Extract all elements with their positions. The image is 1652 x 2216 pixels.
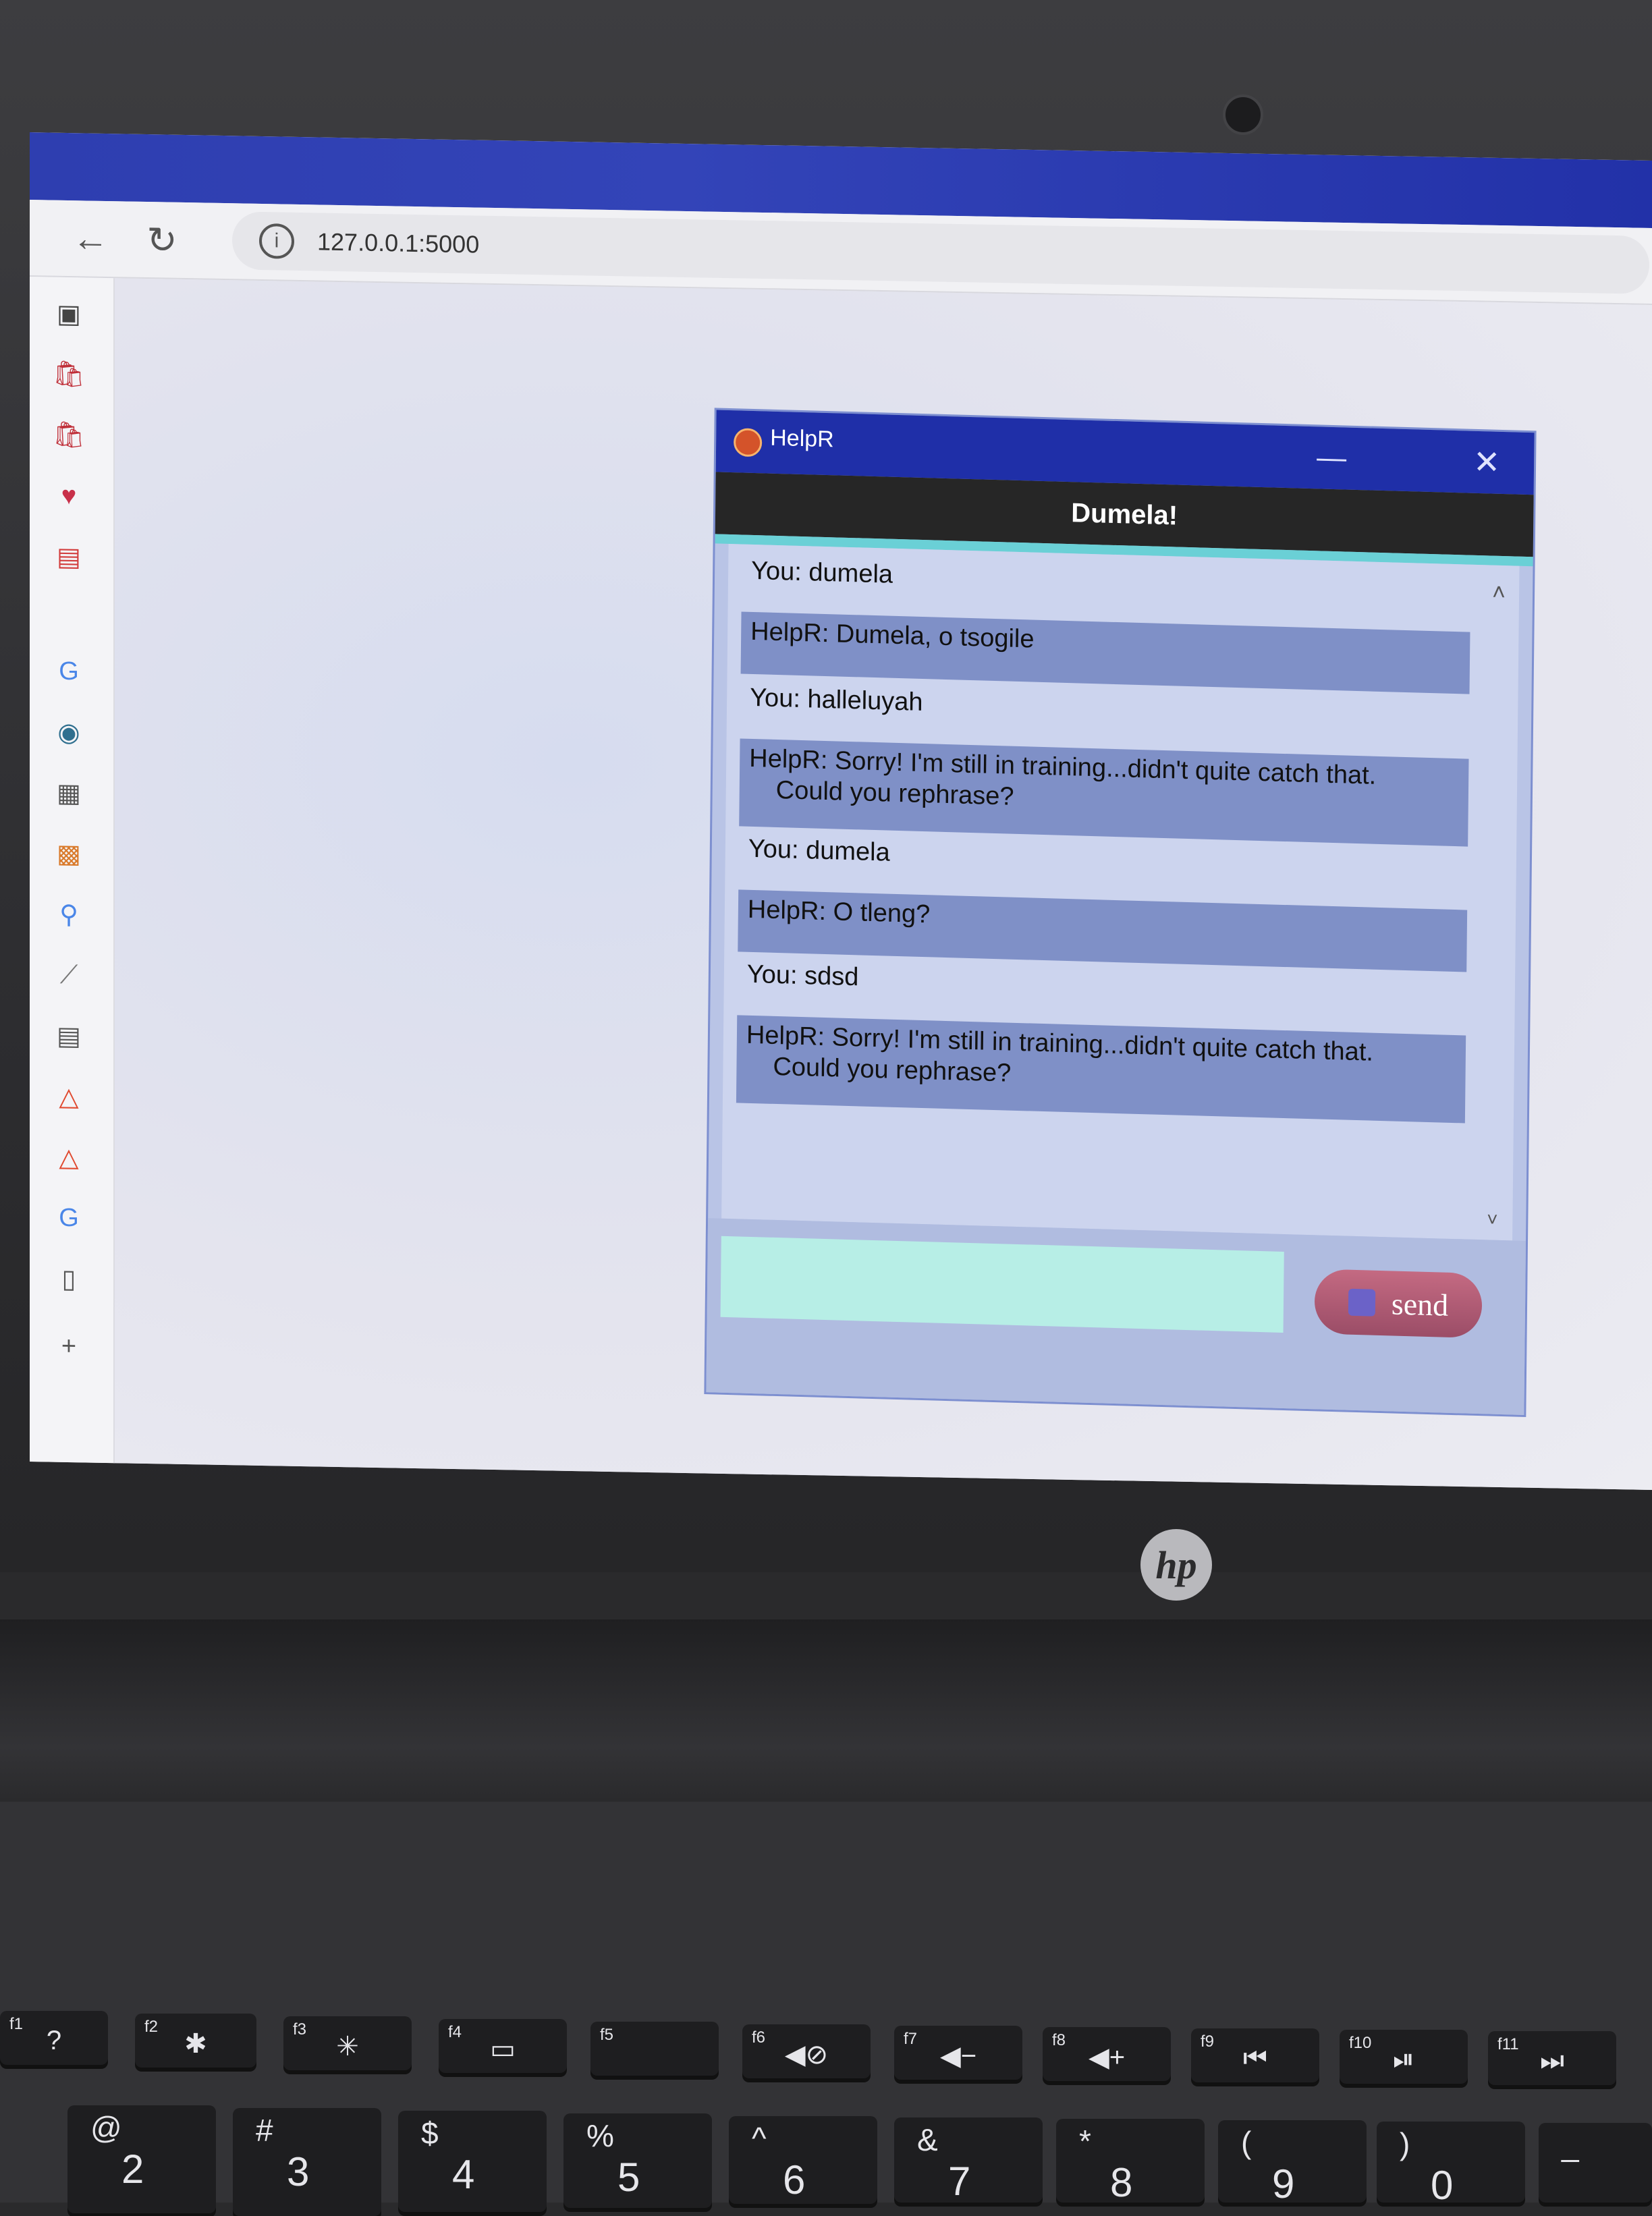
key-f9[interactable]: f9 ⏮ (1191, 2028, 1319, 2082)
key-f1[interactable]: f1? (0, 2011, 108, 2065)
message-input[interactable] (720, 1236, 1284, 1333)
google-icon[interactable]: G (53, 1202, 85, 1235)
key-9[interactable]: (9 (1218, 2120, 1367, 2207)
key-f11[interactable]: f11 ⏭ (1488, 2031, 1616, 2085)
input-row: send (706, 1218, 1526, 1415)
reload-icon[interactable]: ↻ (138, 215, 186, 265)
key-f4[interactable]: f4 ▭ (439, 2019, 567, 2073)
key-f10[interactable]: f10 ⏯ (1340, 2030, 1468, 2084)
key-4[interactable]: $4 (398, 2111, 547, 2212)
key-f7[interactable]: f7 ◀− (894, 2026, 1022, 2080)
chat-window: HelpR — ✕ Dumela! You: dumela HelpR: Dum… (706, 410, 1535, 1415)
apps-icon[interactable]: ▩ (53, 837, 85, 870)
hp-logo: hp (1140, 1529, 1212, 1601)
url-text: 127.0.0.1:5000 (317, 227, 480, 258)
google-icon[interactable]: G (53, 655, 85, 688)
key-f2[interactable]: f2 ✱ (135, 2014, 256, 2068)
shopping-bag-icon[interactable]: 🛍 (53, 419, 85, 452)
tabs-icon[interactable]: ▣ (53, 298, 85, 331)
plus-icon[interactable]: + (53, 1330, 85, 1363)
drive-icon[interactable]: △ (53, 1080, 85, 1113)
laptop-screen: ← ↻ i 127.0.0.1:5000 ▣ 🛍 🛍 ♥ ▤ G ◉ ▦ ▩ ⚲… (30, 132, 1652, 1490)
minimize-icon[interactable]: — (1310, 436, 1354, 480)
close-icon[interactable]: ✕ (1465, 440, 1509, 484)
scroll-down-icon[interactable]: ˅ (1479, 1206, 1506, 1234)
send-label: send (1391, 1285, 1449, 1323)
keyboard-deck: f1? f2 ✱ f3 ✳ f4 ▭ f5 f6 ◀⊘ f7 ◀− f8 ◀+ f9 ⏮ f1… (0, 1802, 1652, 2216)
bot-message: HelpR: Sorry! I'm still in training...di… (736, 1015, 1466, 1124)
key-minus[interactable]: _ (1539, 2123, 1652, 2203)
app-icon (733, 428, 763, 458)
chat-log[interactable]: You: dumela HelpR: Dumela, o tsogile You… (721, 543, 1520, 1241)
laptop-bezel: ← ↻ i 127.0.0.1:5000 ▣ 🛍 🛍 ♥ ▤ G ◉ ▦ ▩ ⚲… (0, 0, 1652, 1601)
browser-sidebar: ▣ 🛍 🛍 ♥ ▤ G ◉ ▦ ▩ ⚲ ⟋ ▤ △ △ G ▯ + (30, 277, 115, 1466)
pdf-icon[interactable]: ▤ (53, 541, 85, 574)
send-icon (1348, 1288, 1376, 1317)
key-7[interactable]: & 7 (894, 2117, 1043, 2204)
key-f6[interactable]: f6 ◀⊘ (742, 2024, 871, 2078)
bot-message: HelpR: Sorry! I'm still in training...di… (739, 738, 1469, 847)
key-f5[interactable]: f5 (590, 2022, 719, 2076)
calendar-icon[interactable]: ▦ (53, 777, 85, 810)
scroll-up-icon[interactable]: ˄ (1485, 578, 1512, 606)
key-3[interactable]: #3 (233, 2108, 381, 2216)
key-0[interactable]: ) 0 (1377, 2122, 1525, 2208)
key-6[interactable]: ^ 6 (729, 2116, 877, 2204)
key-2[interactable]: @2 (67, 2105, 216, 2213)
key-5[interactable]: % 5 (563, 2113, 712, 2208)
send-button[interactable]: send (1314, 1269, 1483, 1339)
key-f3[interactable]: f3 ✳ (283, 2016, 412, 2070)
heart-icon[interactable]: ♥ (53, 480, 85, 513)
address-bar[interactable]: i 127.0.0.1:5000 (232, 211, 1649, 294)
search-icon[interactable]: ⚲ (53, 898, 85, 931)
chart-icon[interactable]: ⟋ (53, 959, 85, 992)
globe-icon[interactable]: ◉ (53, 716, 85, 749)
drive-icon[interactable]: △ (53, 1141, 85, 1174)
info-icon[interactable]: i (259, 223, 294, 259)
file-icon[interactable]: ▯ (53, 1263, 85, 1296)
key-f8[interactable]: f8 ◀+ (1043, 2027, 1171, 2081)
shopping-bag-icon[interactable]: 🛍 (53, 358, 85, 391)
window-title: HelpR (770, 424, 834, 453)
laptop-hinge (0, 1619, 1652, 1802)
webcam (1223, 94, 1263, 135)
document-icon[interactable]: ▤ (53, 1020, 85, 1053)
arrow-left-icon[interactable]: ← (66, 214, 115, 263)
key-8[interactable]: * 8 (1056, 2119, 1205, 2205)
